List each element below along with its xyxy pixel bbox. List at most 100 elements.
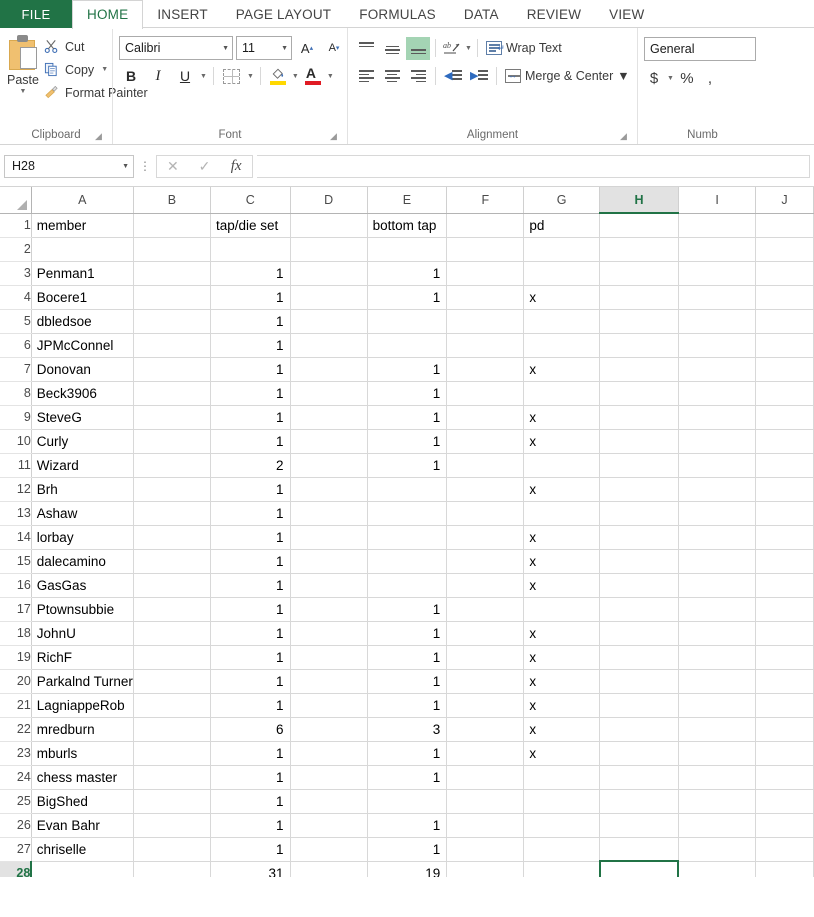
cell-G9[interactable]: x xyxy=(524,405,600,429)
cell-C16[interactable]: 1 xyxy=(210,573,290,597)
cell-H10[interactable] xyxy=(600,429,679,453)
cell-G8[interactable] xyxy=(524,381,600,405)
cell-H8[interactable] xyxy=(600,381,679,405)
cell-I14[interactable] xyxy=(679,525,756,549)
cell-F1[interactable] xyxy=(447,213,524,237)
cell-G26[interactable] xyxy=(524,813,600,837)
cell-B24[interactable] xyxy=(133,765,210,789)
column-header-c[interactable]: C xyxy=(210,187,290,213)
chevron-down-icon[interactable]: ▼ xyxy=(122,163,129,170)
column-header-h[interactable]: H xyxy=(600,187,679,213)
cell-I2[interactable] xyxy=(679,237,756,261)
cell-G14[interactable]: x xyxy=(524,525,600,549)
cell-G17[interactable] xyxy=(524,597,600,621)
cell-D1[interactable] xyxy=(290,213,367,237)
cell-F24[interactable] xyxy=(447,765,524,789)
cell-A18[interactable]: JohnU xyxy=(31,621,133,645)
cell-G5[interactable] xyxy=(524,309,600,333)
cell-D28[interactable] xyxy=(290,861,367,877)
cell-J1[interactable] xyxy=(756,213,814,237)
cell-A14[interactable]: lorbay xyxy=(31,525,133,549)
cell-H16[interactable] xyxy=(600,573,679,597)
cell-J27[interactable] xyxy=(756,837,814,861)
cell-J12[interactable] xyxy=(756,477,814,501)
cell-I15[interactable] xyxy=(679,549,756,573)
cell-G18[interactable]: x xyxy=(524,621,600,645)
cell-B14[interactable] xyxy=(133,525,210,549)
cell-G19[interactable]: x xyxy=(524,645,600,669)
cell-A2[interactable] xyxy=(31,237,133,261)
cell-D19[interactable] xyxy=(290,645,367,669)
underline-button[interactable]: U xyxy=(173,65,197,87)
align-left-button[interactable] xyxy=(354,65,378,88)
cell-E15[interactable] xyxy=(367,549,447,573)
cell-F20[interactable] xyxy=(447,669,524,693)
row-header-2[interactable]: 2 xyxy=(0,237,31,261)
cell-F14[interactable] xyxy=(447,525,524,549)
cell-D8[interactable] xyxy=(290,381,367,405)
bold-button[interactable]: B xyxy=(119,65,143,87)
cell-G4[interactable]: x xyxy=(524,285,600,309)
font-size-combo[interactable]: 11 ▼ xyxy=(236,36,292,60)
comma-style-button[interactable]: , xyxy=(700,67,720,89)
cell-I6[interactable] xyxy=(679,333,756,357)
cell-I16[interactable] xyxy=(679,573,756,597)
cell-H17[interactable] xyxy=(600,597,679,621)
cell-D12[interactable] xyxy=(290,477,367,501)
cell-D21[interactable] xyxy=(290,693,367,717)
orientation-button[interactable]: ab xyxy=(441,37,463,59)
cell-J13[interactable] xyxy=(756,501,814,525)
font-dialog-launcher[interactable]: ◢ xyxy=(330,132,339,141)
cell-F18[interactable] xyxy=(447,621,524,645)
cell-G1[interactable]: pd xyxy=(524,213,600,237)
cell-C14[interactable]: 1 xyxy=(210,525,290,549)
select-all-corner[interactable] xyxy=(0,187,31,213)
row-header-3[interactable]: 3 xyxy=(0,261,31,285)
column-header-e[interactable]: E xyxy=(367,187,447,213)
cell-J21[interactable] xyxy=(756,693,814,717)
increase-indent-button[interactable]: ▶ xyxy=(467,65,491,87)
cell-H13[interactable] xyxy=(600,501,679,525)
chevron-down-icon[interactable]: ▼ xyxy=(667,75,674,82)
row-header-24[interactable]: 24 xyxy=(0,765,31,789)
cell-E23[interactable]: 1 xyxy=(367,741,447,765)
name-box[interactable]: H28 ▼ xyxy=(4,155,134,178)
cell-E24[interactable]: 1 xyxy=(367,765,447,789)
cell-A3[interactable]: Penman1 xyxy=(31,261,133,285)
cell-E22[interactable]: 3 xyxy=(367,717,447,741)
cell-D15[interactable] xyxy=(290,549,367,573)
cell-I1[interactable] xyxy=(679,213,756,237)
cell-G12[interactable]: x xyxy=(524,477,600,501)
cell-F26[interactable] xyxy=(447,813,524,837)
cell-J24[interactable] xyxy=(756,765,814,789)
cell-B27[interactable] xyxy=(133,837,210,861)
cell-E21[interactable]: 1 xyxy=(367,693,447,717)
merge-center-button[interactable]: ↔ Merge & Center ▼ xyxy=(502,65,633,88)
cell-B16[interactable] xyxy=(133,573,210,597)
cell-B19[interactable] xyxy=(133,645,210,669)
cell-D10[interactable] xyxy=(290,429,367,453)
formula-bar-grip[interactable]: ⋮ xyxy=(138,159,152,173)
cell-G7[interactable]: x xyxy=(524,357,600,381)
cell-D14[interactable] xyxy=(290,525,367,549)
cell-E11[interactable]: 1 xyxy=(367,453,447,477)
cell-H6[interactable] xyxy=(600,333,679,357)
column-header-j[interactable]: J xyxy=(756,187,814,213)
row-header-7[interactable]: 7 xyxy=(0,357,31,381)
row-header-4[interactable]: 4 xyxy=(0,285,31,309)
chevron-down-icon[interactable]: ▼ xyxy=(200,73,207,80)
cell-H7[interactable] xyxy=(600,357,679,381)
cell-I11[interactable] xyxy=(679,453,756,477)
cell-H18[interactable] xyxy=(600,621,679,645)
cell-H27[interactable] xyxy=(600,837,679,861)
cell-H20[interactable] xyxy=(600,669,679,693)
cell-E20[interactable]: 1 xyxy=(367,669,447,693)
tab-file[interactable]: FILE xyxy=(0,0,72,28)
cell-E3[interactable]: 1 xyxy=(367,261,447,285)
cell-E1[interactable]: bottom tap xyxy=(367,213,447,237)
cancel-formula-button[interactable]: ✕ xyxy=(159,158,187,175)
cell-J5[interactable] xyxy=(756,309,814,333)
tab-data[interactable]: DATA xyxy=(450,0,513,28)
cell-I3[interactable] xyxy=(679,261,756,285)
cell-E12[interactable] xyxy=(367,477,447,501)
